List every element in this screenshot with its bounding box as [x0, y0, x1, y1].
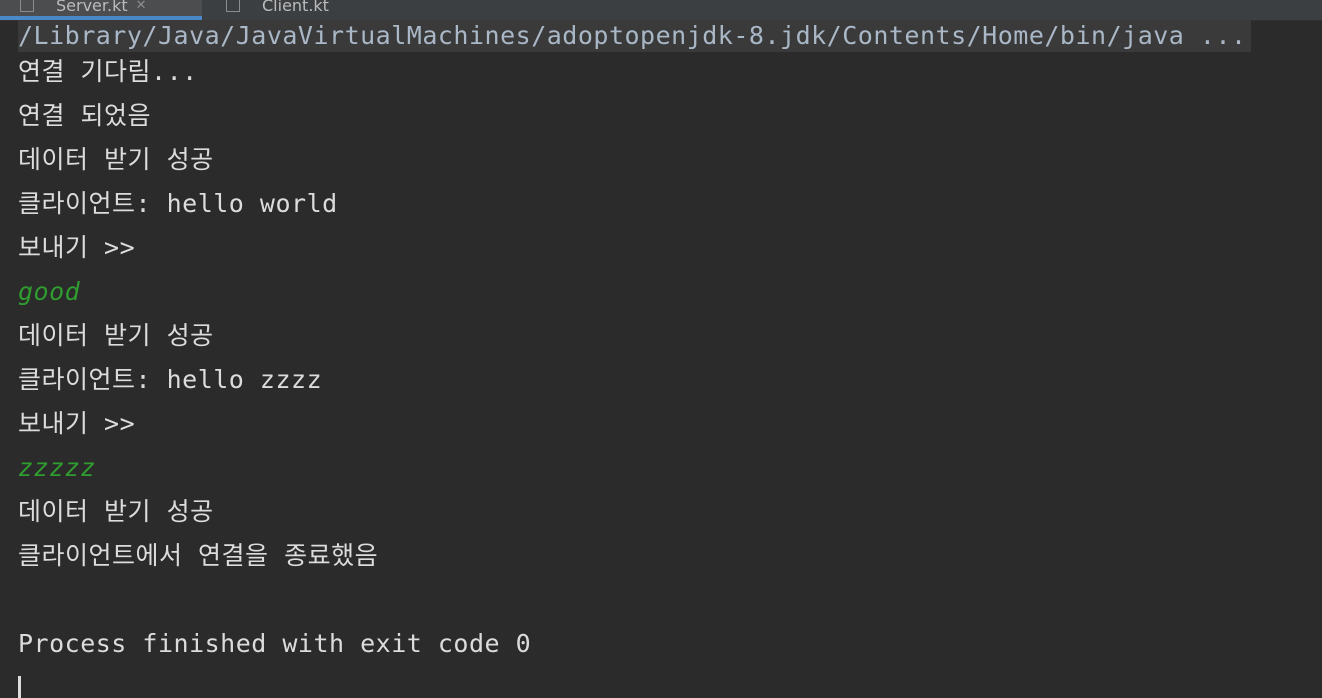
console-output-line: 보내기 >>	[18, 233, 136, 262]
console-output-line: 데이터 받기 성공	[18, 497, 214, 526]
console-input-line: good	[18, 277, 81, 306]
console-command-line: /Library/Java/JavaVirtualMachines/adopto…	[18, 20, 1322, 56]
console-output-line: 연결 기다림...	[18, 57, 198, 86]
console-output-line: Process finished with exit code 0	[18, 629, 532, 658]
console-output-line: 연결 되었음	[18, 101, 152, 130]
console-output-line: 보내기 >>	[18, 409, 136, 438]
java-command[interactable]: /Library/Java/JavaVirtualMachines/adopto…	[18, 20, 1251, 52]
tab-client[interactable]: Client.kt	[226, 0, 329, 20]
text-caret	[18, 676, 21, 698]
file-icon	[226, 0, 240, 12]
file-icon	[20, 0, 34, 12]
console-output-line: 클라이언트: hello zzzz	[18, 365, 323, 394]
console-output-line: 클라이언트에서 연결을 종료했음	[18, 541, 379, 570]
console-output[interactable]: /Library/Java/JavaVirtualMachines/adopto…	[18, 20, 1322, 672]
run-tab-bar: Server.kt ✕ Client.kt	[0, 0, 1322, 21]
tab-label: Server.kt	[56, 0, 128, 15]
tab-label: Client.kt	[262, 0, 329, 15]
console-output-line: 데이터 받기 성공	[18, 321, 214, 350]
run-console-window: Server.kt ✕ Client.kt /Library/Java/Java…	[0, 0, 1322, 698]
console-input-line: zzzzz	[18, 453, 96, 482]
console-output-line: 클라이언트: hello world	[18, 189, 338, 218]
console-lines: 연결 기다림... 연결 되었음 데이터 받기 성공 클라이언트: hello wor…	[18, 56, 1322, 672]
close-icon[interactable]: ✕	[136, 0, 147, 13]
console-output-line: 데이터 받기 성공	[18, 145, 214, 174]
